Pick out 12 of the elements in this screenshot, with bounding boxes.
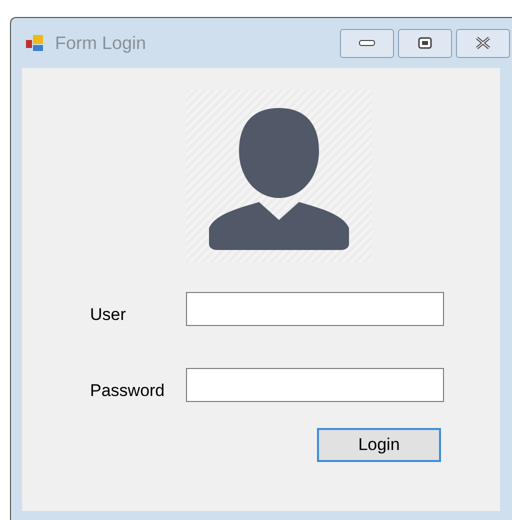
text-field[interactable] <box>186 292 444 326</box>
text-field[interactable] <box>186 368 444 402</box>
maximize-icon <box>418 37 432 49</box>
login-button[interactable]: Login <box>317 428 441 462</box>
window-title: Form Login <box>55 32 146 55</box>
maximize-button[interactable] <box>398 28 452 58</box>
field-label: Password <box>90 380 166 402</box>
close-button[interactable] <box>456 28 510 58</box>
minimize-icon <box>359 40 375 46</box>
minimize-button[interactable] <box>340 28 394 58</box>
close-icon <box>475 37 491 49</box>
field-label: User <box>90 304 127 326</box>
